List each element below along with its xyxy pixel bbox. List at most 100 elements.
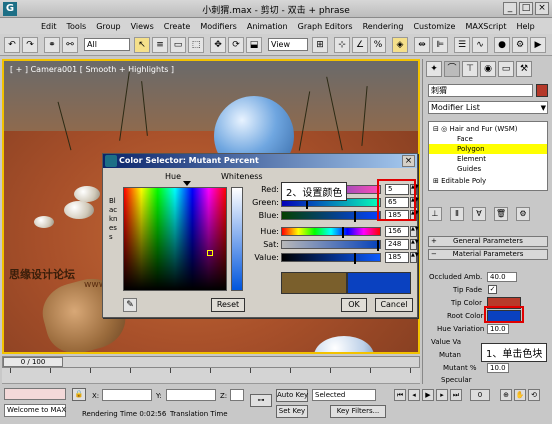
menu-tools[interactable]: Tools [62,22,92,31]
remove-modifier-icon[interactable]: 🗑 [494,207,508,221]
motion-tab-icon[interactable]: ◉ [480,61,496,77]
viewport-label[interactable]: [ + ] Camera001 [ Smooth + Highlights ] [10,65,174,74]
x-coordinate-field[interactable] [102,389,152,401]
hierarchy-tab-icon[interactable]: ⊤ [462,61,478,77]
rectangle-selection-icon[interactable]: ▭ [170,37,186,53]
make-unique-icon[interactable]: ∀ [472,207,486,221]
key-filters-button[interactable]: Key Filters... [330,405,386,418]
display-tab-icon[interactable]: ▭ [498,61,514,77]
show-end-result-icon[interactable]: Ⅱ [450,207,464,221]
zoom-icon[interactable]: ⊕ [500,389,512,401]
layer-icon[interactable]: ☰ [454,37,470,53]
picker-cursor[interactable] [207,250,213,256]
select-rotate-icon[interactable]: ⟳ [228,37,244,53]
time-slider-thumb[interactable]: 0 / 100 [3,357,63,367]
manipulate-icon[interactable]: ⊹ [334,37,350,53]
select-object-icon[interactable]: ↖ [134,37,150,53]
sat-value-field[interactable]: 248 [385,239,409,250]
modify-tab-icon[interactable]: ⌒ [444,61,460,77]
named-selection-icon[interactable]: ◈ [392,37,408,53]
play-icon[interactable]: ▶ [422,389,434,401]
sat-slider-thumb[interactable] [377,240,379,251]
value-slider[interactable] [281,253,381,264]
key-icon[interactable]: ⊶ [250,394,272,407]
go-to-end-icon[interactable]: ⏭ [450,389,462,401]
cancel-button[interactable]: Cancel [375,298,413,312]
pan-icon[interactable]: ✋ [514,389,526,401]
time-slider[interactable]: 0 / 100 [2,356,420,368]
redo-icon[interactable]: ↷ [22,37,38,53]
menu-maxscript[interactable]: MAXScript [460,22,511,31]
next-frame-icon[interactable]: ▸ [436,389,448,401]
snap-icon[interactable]: ∠ [352,37,368,53]
hue-blackness-picker[interactable] [123,187,227,291]
pin-stack-icon[interactable]: ⊥ [428,207,442,221]
menu-create[interactable]: Create [159,22,196,31]
blue-slider[interactable] [281,211,381,222]
dialog-close-button[interactable]: × [402,155,415,167]
general-parameters-rollout[interactable]: + General Parameters [428,236,548,247]
whiteness-slider[interactable] [231,187,243,291]
select-by-name-icon[interactable]: ≡ [152,37,168,53]
sat-spinner[interactable]: ▲▼ [410,239,419,250]
occluded-amb-field[interactable]: 40.0 [487,272,517,282]
menu-rendering[interactable]: Rendering [358,22,409,31]
auto-key-button[interactable]: Auto Key [276,389,308,402]
key-mode-dropdown[interactable]: Selected [312,389,376,401]
object-name-field[interactable]: 刺猬 [428,84,533,97]
unlink-icon[interactable]: ⚯ [62,37,78,53]
dialog-title[interactable]: Color Selector: Mutant Percent [103,154,417,168]
select-scale-icon[interactable]: ⬓ [246,37,262,53]
ok-button[interactable]: OK [341,298,367,312]
render-setup-icon[interactable]: ⚙ [512,37,528,53]
link-icon[interactable]: ⚭ [44,37,60,53]
minimize-button[interactable]: _ [503,2,517,15]
hue-value-field[interactable]: 156 [385,226,409,237]
maximize-button[interactable]: □ [519,2,533,15]
z-coordinate-field[interactable] [230,389,244,401]
stack-item-guides[interactable]: Guides [429,164,547,174]
hue-slider[interactable] [281,227,381,238]
utilities-tab-icon[interactable]: ⚒ [516,61,532,77]
set-key-button[interactable]: Set Key [276,405,308,418]
menu-group[interactable]: Group [91,22,125,31]
menu-customize[interactable]: Customize [408,22,460,31]
tip-fade-checkbox[interactable]: ✓ [488,285,497,294]
reset-button[interactable]: Reset [211,298,245,312]
go-to-start-icon[interactable]: ⏮ [394,389,406,401]
angle-snap-icon[interactable]: % [370,37,386,53]
hue-variation-field[interactable]: 10.0 [487,324,509,334]
menu-animation[interactable]: Animation [242,22,293,31]
track-bar[interactable] [2,368,420,384]
lock-selection-icon[interactable]: 🔒 [72,388,86,401]
create-tab-icon[interactable]: ✦ [426,61,442,77]
orbit-icon[interactable]: ⟲ [528,389,540,401]
hue-pointer-icon[interactable] [183,181,191,186]
render-icon[interactable]: ▶ [530,37,546,53]
menu-views[interactable]: Views [126,22,159,31]
mutant-pct-field[interactable]: 10.0 [487,363,509,373]
current-frame-field[interactable]: 0 [470,389,490,401]
configure-sets-icon[interactable]: ⚙ [516,207,530,221]
value-slider-thumb[interactable] [354,253,356,264]
pivot-center-icon[interactable]: ⊞ [312,37,328,53]
undo-icon[interactable]: ↶ [4,37,20,53]
mirror-icon[interactable]: ⇹ [414,37,430,53]
maxscript-listener-mini[interactable] [4,388,66,400]
window-crossing-icon[interactable]: ⬚ [188,37,204,53]
material-editor-icon[interactable]: ● [494,37,510,53]
close-button[interactable]: × [535,2,549,15]
eyedropper-icon[interactable]: ✎ [123,298,137,312]
material-parameters-rollout[interactable]: − Material Parameters [428,249,548,260]
stack-item-element[interactable]: Element [429,154,547,164]
align-icon[interactable]: ⊫ [432,37,448,53]
previous-frame-icon[interactable]: ◂ [408,389,420,401]
stack-item-hair-and-fur[interactable]: ⊟ ◎ Hair and Fur (WSM) [429,124,547,134]
curve-editor-icon[interactable]: ∿ [472,37,488,53]
hue-slider-thumb[interactable] [342,227,344,238]
menu-modifiers[interactable]: Modifiers [195,22,242,31]
value-spinner[interactable]: ▲▼ [410,252,419,263]
object-color-swatch[interactable] [536,84,548,97]
menu-edit[interactable]: Edit [36,22,62,31]
menu-graph-editors[interactable]: Graph Editors [293,22,358,31]
